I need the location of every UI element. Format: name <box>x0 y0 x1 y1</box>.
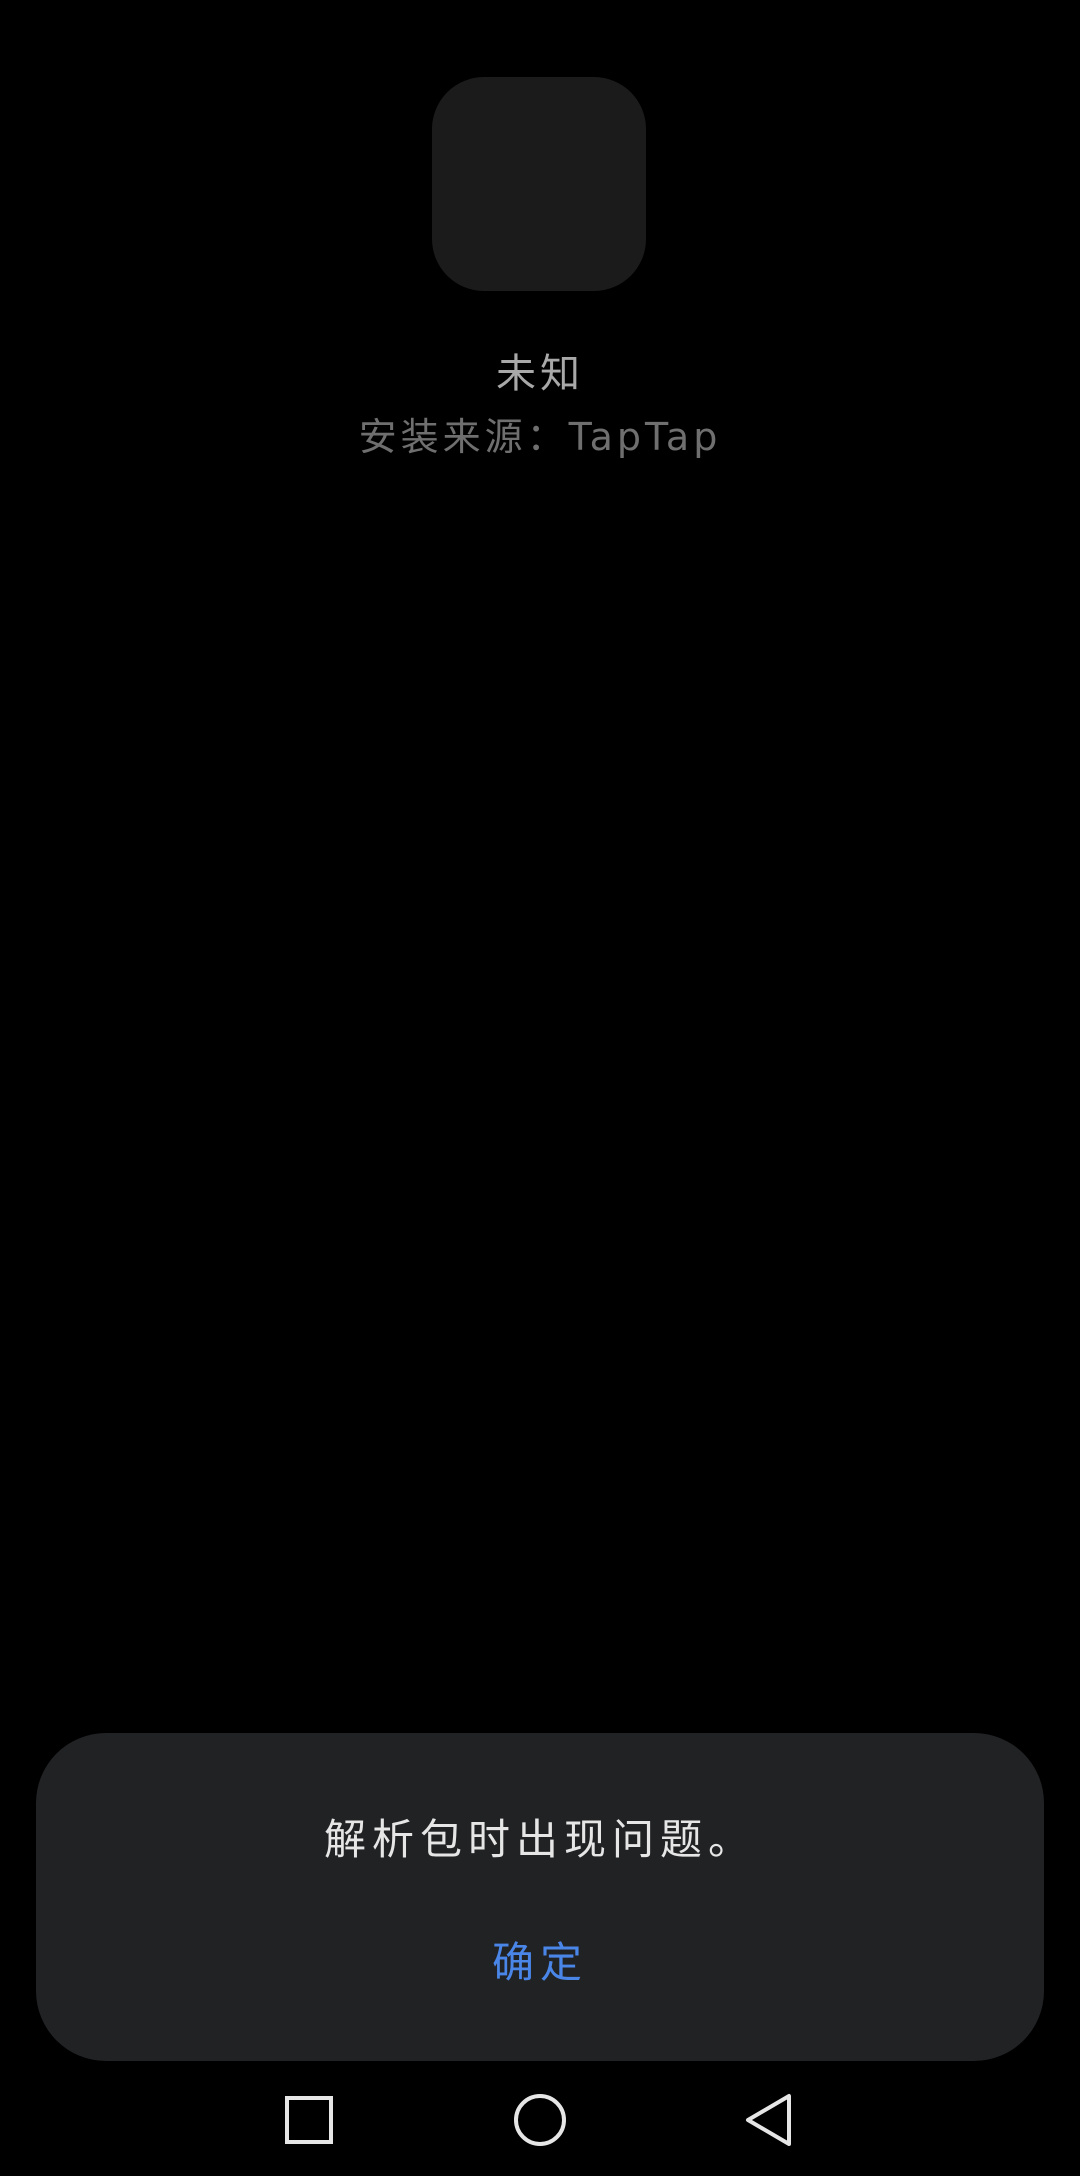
error-dialog: 解析包时出现问题。 确定 <box>36 1733 1044 2061</box>
app-icon-placeholder <box>432 77 646 291</box>
home-button[interactable] <box>480 2070 600 2170</box>
back-button[interactable] <box>709 2070 829 2170</box>
navigation-bar <box>0 2070 1080 2176</box>
circle-icon <box>514 2094 566 2146</box>
install-source: 安装来源：TapTap <box>358 415 722 459</box>
app-name: 未知 <box>496 351 584 397</box>
recents-button[interactable] <box>249 2070 369 2170</box>
square-icon <box>285 2096 333 2144</box>
triangle-back-icon <box>746 2094 791 2146</box>
confirm-button[interactable]: 确定 <box>440 1923 640 2003</box>
package-installer-screen: 未知 安装来源：TapTap 解析包时出现问题。 确定 <box>0 0 1080 2176</box>
dialog-message: 解析包时出现问题。 <box>323 1815 756 1864</box>
